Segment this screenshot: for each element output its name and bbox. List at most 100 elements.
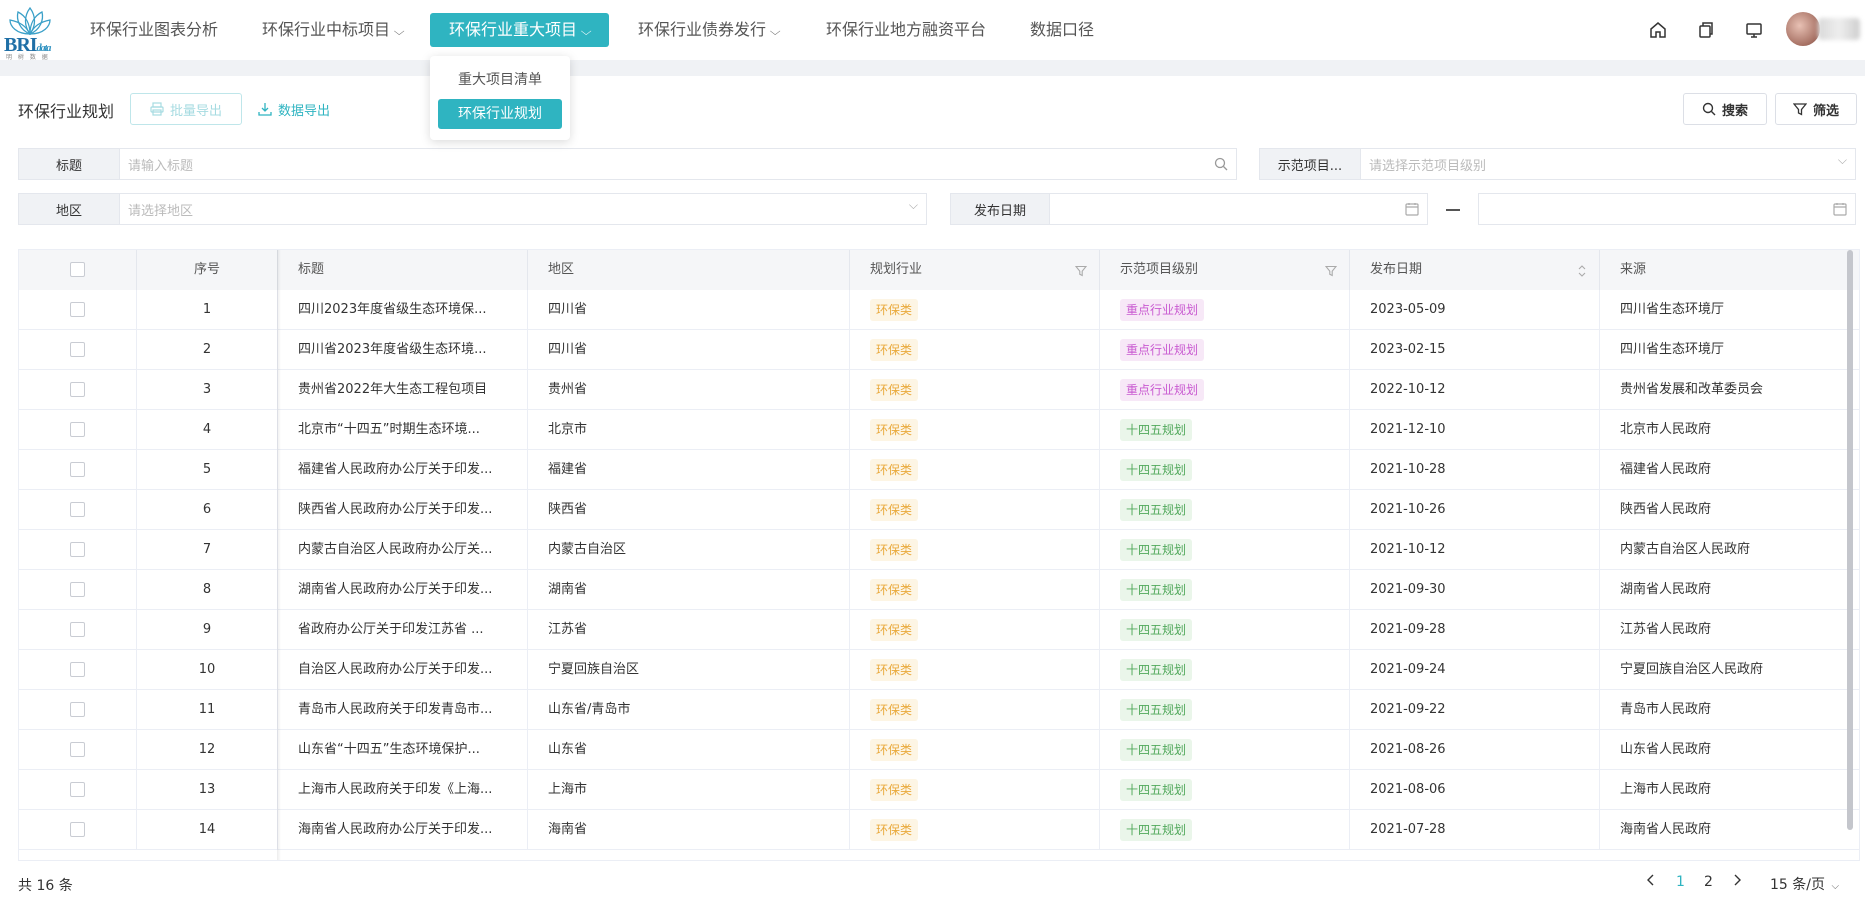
row-checkbox[interactable] <box>70 462 85 477</box>
level-select[interactable]: 请选择示范项目级别 ⌵ <box>1360 148 1856 180</box>
table-row[interactable]: 5 福建省人民政府办公厅关于印发... 福建省 环保类 十四五规划 2021-10-28 福… <box>19 450 1859 490</box>
nav-item-major-projects[interactable]: 环保行业重大项目 ⌵ <box>430 13 610 47</box>
major-projects-dropdown: 重大项目清单 环保行业规划 <box>430 56 570 140</box>
cell-no: 12 <box>137 730 278 770</box>
cell-title[interactable]: 内蒙古自治区人民政府办公厅关... <box>278 530 528 570</box>
cell-title[interactable]: 北京市“十四五”时期生态环境... <box>278 410 528 450</box>
cell-region: 上海市 <box>528 770 850 810</box>
header-divider <box>0 60 1865 76</box>
cell-no: 2 <box>137 330 278 370</box>
home-icon[interactable] <box>1643 15 1673 45</box>
cell-title[interactable]: 上海市人民政府关于印发《上海... <box>278 770 528 810</box>
level-tag: 重点行业规划 <box>1120 338 1205 361</box>
sort-icon[interactable] <box>1577 264 1587 280</box>
cell-industry: 环保类 <box>850 650 1100 690</box>
filter-button[interactable]: 筛选 <box>1775 93 1857 125</box>
page-1-button[interactable]: 1 <box>1676 874 1685 890</box>
col-header-level: 示范项目级别 <box>1100 250 1350 290</box>
row-checkbox[interactable] <box>70 622 85 637</box>
row-checkbox[interactable] <box>70 662 85 677</box>
industry-tag: 环保类 <box>870 738 919 761</box>
start-date-input[interactable] <box>1049 193 1428 225</box>
end-date-input[interactable] <box>1478 193 1856 225</box>
table-row[interactable]: 14 海南省人民政府办公厅关于印发... 海南省 环保类 十四五规划 2021-07-28… <box>19 810 1859 850</box>
cell-title[interactable]: 福建省人民政府办公厅关于印发... <box>278 450 528 490</box>
monitor-icon[interactable] <box>1739 15 1769 45</box>
nav-item-winning-projects[interactable]: 环保行业中标项目 ⌵ <box>262 13 405 47</box>
batch-export-button[interactable]: 批量导出 <box>130 93 242 125</box>
nav-item-bond-issuance[interactable]: 环保行业债券发行 ⌵ <box>638 13 781 47</box>
row-checkbox[interactable] <box>70 422 85 437</box>
row-checkbox[interactable] <box>70 782 85 797</box>
next-page-button[interactable] <box>1732 874 1742 890</box>
title-search-input[interactable]: 请输入标题 <box>119 148 1237 180</box>
nav-item-local-financing[interactable]: 环保行业地方融资平台 <box>826 13 986 47</box>
table-row[interactable]: 10 自治区人民政府办公厅关于印发... 宁夏回族自治区 环保类 十四五规划 2021-0… <box>19 650 1859 690</box>
cell-level: 十四五规划 <box>1100 770 1350 810</box>
cell-title[interactable]: 青岛市人民政府关于印发青岛市... <box>278 690 528 730</box>
avatar[interactable] <box>1786 12 1820 46</box>
cell-title[interactable]: 海南省人民政府办公厅关于印发... <box>278 810 528 850</box>
data-export-button[interactable]: 数据导出 <box>258 93 330 125</box>
row-checkbox[interactable] <box>70 342 85 357</box>
table-row[interactable]: 7 内蒙古自治区人民政府办公厅关... 内蒙古自治区 环保类 十四五规划 2021-10-… <box>19 530 1859 570</box>
dropdown-item-project-list[interactable]: 重大项目清单 <box>438 65 562 95</box>
table-row[interactable]: 1 四川2023年度省级生态环境保... 四川省 环保类 重点行业规划 2023-05-0… <box>19 290 1859 330</box>
row-checkbox[interactable] <box>70 582 85 597</box>
cell-no: 4 <box>137 410 278 450</box>
table-row[interactable]: 8 湖南省人民政府办公厅关于印发... 湖南省 环保类 十四五规划 2021-09-30 湖… <box>19 570 1859 610</box>
dropdown-item-industry-planning[interactable]: 环保行业规划 <box>438 99 562 129</box>
username-blurred[interactable] <box>1818 18 1860 40</box>
column-filter-icon[interactable] <box>1324 250 1338 290</box>
cell-title[interactable]: 贵州省2022年大生态工程包项目 <box>278 370 528 410</box>
brand-logo[interactable]: BRIdata 明 树 数 据 <box>4 4 54 61</box>
cell-title[interactable]: 陕西省人民政府办公厅关于印发... <box>278 490 528 530</box>
row-checkbox[interactable] <box>70 302 85 317</box>
cell-date: 2021-10-26 <box>1350 490 1600 530</box>
industry-tag: 环保类 <box>870 698 919 721</box>
cell-source: 内蒙古自治区人民政府 <box>1620 542 1751 557</box>
chevron-down-icon: ⌵ <box>769 25 781 38</box>
page-size-select[interactable]: 15 条/页 ⌵ <box>1770 874 1839 894</box>
prev-page-button[interactable] <box>1646 874 1656 890</box>
nav-item-chart-analysis[interactable]: 环保行业图表分析 <box>90 13 218 47</box>
level-tag: 十四五规划 <box>1120 458 1193 481</box>
row-checkbox[interactable] <box>70 742 85 757</box>
search-button[interactable]: 搜索 <box>1683 93 1767 125</box>
cell-title[interactable]: 湖南省人民政府办公厅关于印发... <box>278 570 528 610</box>
table-scrollbar[interactable] <box>1847 250 1853 830</box>
col-header-industry-label: 规划行业 <box>870 262 923 277</box>
cell-region: 山东省/青岛市 <box>528 690 850 730</box>
table-row[interactable]: 12 山东省“十四五”生态环境保护... 山东省 环保类 十四五规划 2021-08-26… <box>19 730 1859 770</box>
table-row[interactable]: 9 省政府办公厅关于印发江苏省 ... 江苏省 环保类 十四五规划 2021-09-28 江… <box>19 610 1859 650</box>
select-all-checkbox[interactable] <box>70 262 85 277</box>
industry-tag: 环保类 <box>870 578 919 601</box>
table-row[interactable]: 13 上海市人民政府关于印发《上海... 上海市 环保类 十四五规划 2021-08-06… <box>19 770 1859 810</box>
row-checkbox[interactable] <box>70 822 85 837</box>
top-nav: BRIdata 明 树 数 据 环保行业图表分析 环保行业中标项目 ⌵ 环保行业重… <box>0 0 1865 61</box>
cell-title[interactable]: 四川2023年度省级生态环境保... <box>278 290 528 330</box>
table-row[interactable]: 11 青岛市人民政府关于印发青岛市... 山东省/青岛市 环保类 十四五规划 2021-0… <box>19 690 1859 730</box>
row-checkbox[interactable] <box>70 542 85 557</box>
cell-title[interactable]: 山东省“十四五”生态环境保护... <box>278 730 528 770</box>
cell-title[interactable]: 省政府办公厅关于印发江苏省 ... <box>278 610 528 650</box>
table-row[interactable]: 3 贵州省2022年大生态工程包项目 贵州省 环保类 重点行业规划 2022-10-12 贵… <box>19 370 1859 410</box>
cell-source: 上海市人民政府 <box>1620 782 1712 797</box>
row-checkbox[interactable] <box>70 502 85 517</box>
cell-source: 湖南省人民政府 <box>1620 582 1712 597</box>
table-row[interactable]: 2 四川省2023年度省级生态环境... 四川省 环保类 重点行业规划 2023-02-1… <box>19 330 1859 370</box>
page-2-button[interactable]: 2 <box>1704 874 1713 890</box>
cell-title[interactable]: 自治区人民政府办公厅关于印发... <box>278 650 528 690</box>
cell-title[interactable]: 四川省2023年度省级生态环境... <box>278 330 528 370</box>
table-row[interactable]: 4 北京市“十四五”时期生态环境... 北京市 环保类 十四五规划 2021-12-10 北… <box>19 410 1859 450</box>
cell-no: 8 <box>137 570 278 610</box>
cell-level: 十四五规划 <box>1100 690 1350 730</box>
copy-icon[interactable] <box>1691 15 1721 45</box>
table-row[interactable]: 6 陕西省人民政府办公厅关于印发... 陕西省 环保类 十四五规划 2021-10-26 陕… <box>19 490 1859 530</box>
column-filter-icon[interactable] <box>1074 250 1088 290</box>
row-select-cell <box>19 570 137 610</box>
region-select[interactable]: 请选择地区 ⌵ <box>119 193 927 225</box>
row-checkbox[interactable] <box>70 382 85 397</box>
nav-item-data-scope[interactable]: 数据口径 <box>1030 13 1094 47</box>
row-checkbox[interactable] <box>70 702 85 717</box>
